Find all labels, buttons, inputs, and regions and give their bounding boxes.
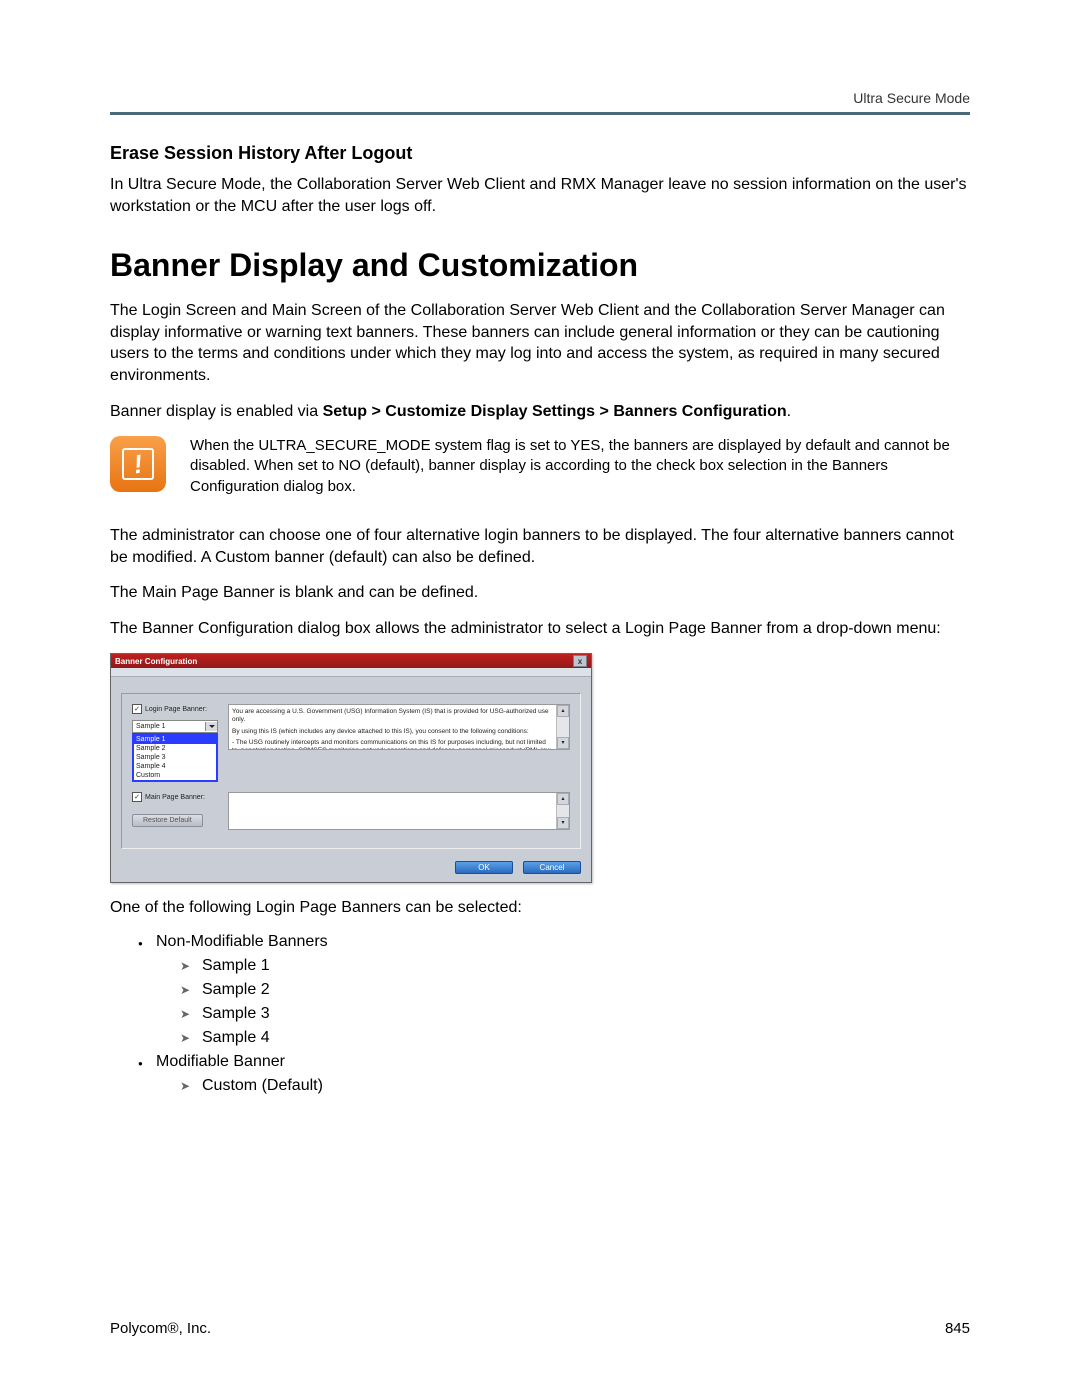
- footer-page-number: 845: [945, 1320, 970, 1337]
- para-main-blank: The Main Page Banner is blank and can be…: [110, 582, 970, 604]
- para-alt-banners: The administrator can choose one of four…: [110, 525, 970, 568]
- list-item-mod: Modifiable Banner Custom (Default): [138, 1053, 970, 1095]
- list-item: Sample 1: [180, 957, 970, 975]
- list-item[interactable]: Sample 3: [134, 753, 216, 762]
- header-rule: [110, 112, 970, 115]
- ok-button[interactable]: OK: [455, 861, 513, 874]
- banner-list: Non-Modifiable Banners Sample 1 Sample 2…: [138, 933, 970, 1095]
- row-login-banner: ✓ Login Page Banner: Sample 1 Sample 1 S…: [132, 704, 570, 782]
- enable-suffix: .: [787, 403, 791, 420]
- subheading-erase: Erase Session History After Logout: [110, 143, 970, 164]
- scroll-up-icon[interactable]: ▴: [557, 793, 569, 805]
- note-block: ! When the ULTRA_SECURE_MODE system flag…: [110, 436, 970, 497]
- cancel-button[interactable]: Cancel: [523, 861, 581, 874]
- list-item[interactable]: Sample 4: [134, 762, 216, 771]
- para-after-dialog: One of the following Login Page Banners …: [110, 897, 970, 919]
- main-banner-textarea[interactable]: ▴ ▾: [228, 792, 570, 830]
- scroll-down-icon[interactable]: ▾: [557, 737, 569, 749]
- dialog-footer: OK Cancel: [111, 855, 591, 882]
- page: Ultra Secure Mode Erase Session History …: [0, 0, 1080, 1397]
- para-erase: In Ultra Secure Mode, the Collaboration …: [110, 174, 970, 217]
- list-item: Sample 2: [180, 981, 970, 999]
- login-banner-checkbox-row: ✓ Login Page Banner:: [132, 704, 218, 714]
- login-text-line: - The USG routinely intercepts and monit…: [232, 739, 553, 751]
- login-banner-left: ✓ Login Page Banner: Sample 1 Sample 1 S…: [132, 704, 218, 782]
- scroll-up-icon[interactable]: ▴: [557, 705, 569, 717]
- para-banner-enable: Banner display is enabled via Setup > Cu…: [110, 401, 970, 423]
- nonmod-label: Non-Modifiable Banners: [156, 933, 328, 950]
- dialog-title-text: Banner Configuration: [115, 657, 197, 666]
- login-text-line: You are accessing a U.S. Government (USG…: [232, 708, 553, 724]
- para-banner-intro: The Login Screen and Main Screen of the …: [110, 300, 970, 386]
- dialog-titlebar: Banner Configuration x: [111, 654, 591, 668]
- chevron-down-icon: [205, 722, 217, 731]
- restore-default-button[interactable]: Restore Default: [132, 814, 203, 827]
- main-banner-left: ✓ Main Page Banner: Restore Default: [132, 792, 218, 827]
- login-banner-select[interactable]: Sample 1: [132, 720, 218, 733]
- login-banner-checkbox[interactable]: ✓: [132, 704, 142, 714]
- heading-banner: Banner Display and Customization: [110, 247, 970, 284]
- dialog-body: ✓ Login Page Banner: Sample 1 Sample 1 S…: [111, 677, 591, 855]
- login-banner-select-value: Sample 1: [136, 723, 166, 730]
- dialog-toolbar-strip: [111, 668, 591, 677]
- enable-prefix: Banner display is enabled via: [110, 403, 323, 420]
- main-banner-checkbox[interactable]: ✓: [132, 792, 142, 802]
- login-banner-textarea[interactable]: You are accessing a U.S. Government (USG…: [228, 704, 570, 750]
- list-item: Sample 3: [180, 1005, 970, 1023]
- enable-path: Setup > Customize Display Settings > Ban…: [323, 403, 787, 420]
- scrollbar[interactable]: ▴ ▾: [556, 793, 569, 829]
- login-text-line: By using this IS (which includes any dev…: [232, 728, 553, 736]
- para-dropdown: The Banner Configuration dialog box allo…: [110, 618, 970, 640]
- list-item[interactable]: Sample 2: [134, 744, 216, 753]
- page-footer: Polycom®, Inc. 845: [110, 1320, 970, 1337]
- list-item[interactable]: Sample 1: [134, 735, 216, 744]
- list-item[interactable]: Custom: [134, 771, 216, 780]
- dialog-panel: ✓ Login Page Banner: Sample 1 Sample 1 S…: [121, 693, 581, 849]
- note-icon: !: [110, 436, 166, 492]
- nonmod-sublist: Sample 1 Sample 2 Sample 3 Sample 4: [180, 957, 970, 1047]
- list-item: Custom (Default): [180, 1077, 970, 1095]
- main-banner-checkbox-row: ✓ Main Page Banner:: [132, 792, 218, 802]
- login-banner-listbox[interactable]: Sample 1 Sample 2 Sample 3 Sample 4 Cust…: [132, 733, 218, 782]
- list-item-nonmod: Non-Modifiable Banners Sample 1 Sample 2…: [138, 933, 970, 1047]
- main-banner-label: Main Page Banner:: [145, 794, 205, 801]
- login-banner-label: Login Page Banner:: [145, 706, 207, 713]
- banner-config-dialog: Banner Configuration x ✓ Login Page Bann…: [110, 653, 592, 883]
- running-head: Ultra Secure Mode: [110, 90, 970, 106]
- mod-label: Modifiable Banner: [156, 1053, 285, 1070]
- close-icon[interactable]: x: [573, 655, 587, 667]
- footer-company: Polycom®, Inc.: [110, 1320, 211, 1337]
- list-item: Sample 4: [180, 1029, 970, 1047]
- row-main-banner: ✓ Main Page Banner: Restore Default ▴ ▾: [132, 792, 570, 830]
- scroll-down-icon[interactable]: ▾: [557, 817, 569, 829]
- note-text: When the ULTRA_SECURE_MODE system flag i…: [190, 436, 970, 497]
- mod-sublist: Custom (Default): [180, 1077, 970, 1095]
- scrollbar[interactable]: ▴ ▾: [556, 705, 569, 749]
